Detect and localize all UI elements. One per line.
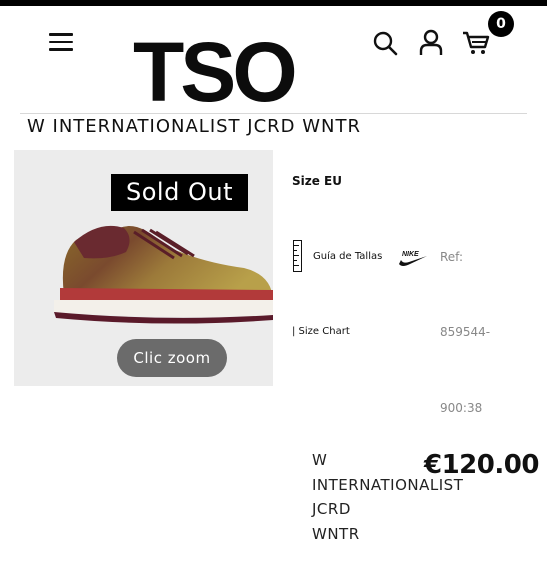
cart-count-badge: 0 — [488, 11, 514, 37]
header-divider — [20, 113, 527, 114]
nike-logo-icon: NIKE — [399, 251, 427, 266]
product-title: W INTERNATIONALIST JCRD WNTR — [27, 116, 362, 137]
product-name-line: WNTR — [312, 524, 360, 543]
svg-text:NIKE: NIKE — [402, 251, 419, 258]
account-icon[interactable] — [419, 29, 443, 56]
sold-out-badge: Sold Out — [111, 174, 248, 211]
ref-code-line1: 859544- — [440, 325, 491, 339]
product-price: €120.00 — [424, 450, 539, 480]
size-chart-link[interactable]: | Size Chart — [292, 326, 350, 337]
ruler-icon — [293, 240, 302, 272]
ref-code-line2: 900:38 — [440, 401, 483, 415]
ref-label: Ref: — [440, 250, 464, 264]
size-label: Size EU — [292, 174, 342, 188]
cart-icon[interactable] — [462, 30, 490, 56]
product-name-line: JCRD — [312, 500, 351, 518]
size-guide-link[interactable]: Guía de Tallas — [313, 251, 382, 262]
menu-icon[interactable] — [49, 33, 73, 53]
search-icon[interactable] — [372, 30, 398, 56]
top-bar — [0, 0, 547, 6]
zoom-button[interactable]: Clic zoom — [117, 339, 227, 377]
site-logo[interactable]: TSO — [133, 30, 298, 114]
